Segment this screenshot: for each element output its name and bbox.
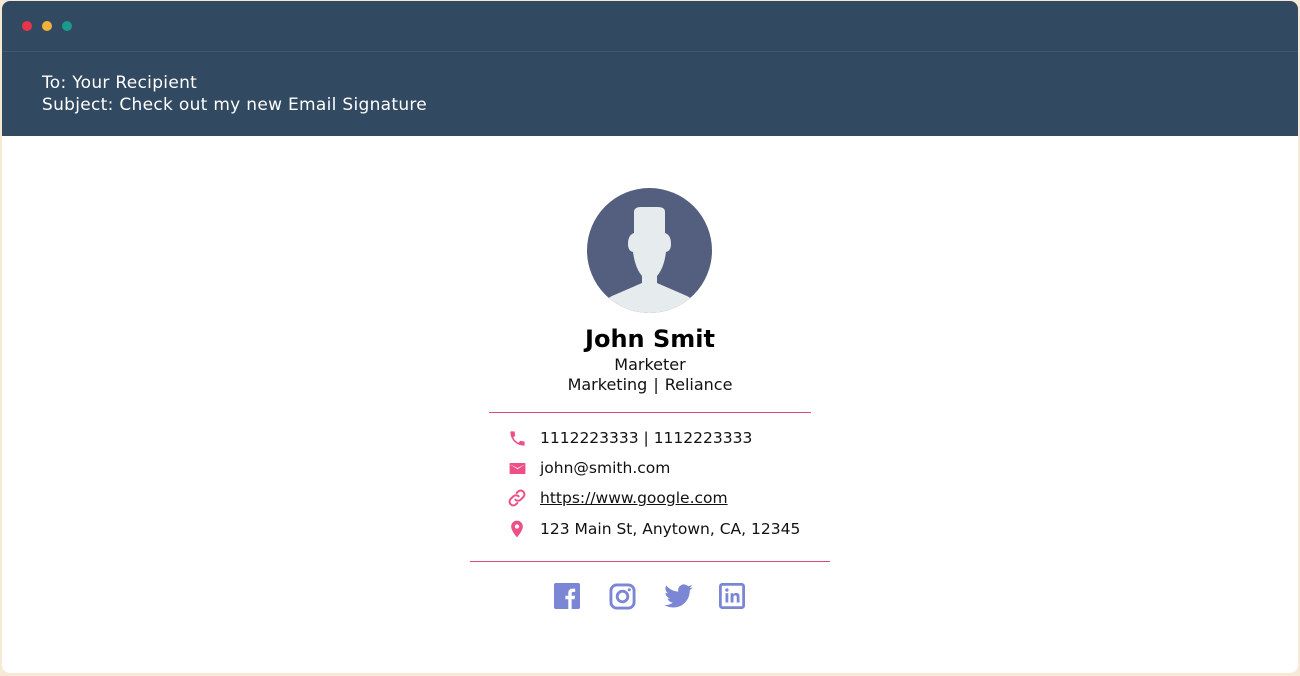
instagram-icon[interactable] [608, 582, 636, 610]
link-icon [507, 488, 527, 508]
contact-phone: 1112223333 | 1112223333 [507, 426, 752, 450]
contact-address: 123 Main St, Anytown, CA, 12345 [507, 517, 800, 541]
department-label: Marketing [567, 375, 648, 394]
email-meta: To: Your Recipient Subject: Check out my… [42, 72, 427, 116]
address-text: 123 Main St, Anytown, CA, 12345 [540, 520, 801, 538]
contact-website: https://www.google.com [507, 486, 728, 510]
website-link[interactable]: https://www.google.com [540, 489, 728, 507]
signature-department-company: Marketing | Reliance [2, 375, 1298, 395]
bottom-divider [470, 561, 830, 562]
maximize-window-dot[interactable] [62, 21, 72, 31]
company-label: Reliance [664, 375, 733, 394]
department-separator: | [653, 375, 659, 394]
close-window-dot[interactable] [22, 21, 32, 31]
email-header: To: Your Recipient Subject: Check out my… [2, 1, 1298, 136]
twitter-icon[interactable] [662, 582, 694, 610]
subject-line: Subject: Check out my new Email Signatur… [42, 95, 428, 115]
top-divider [489, 412, 811, 413]
signature-title: Marketer [614, 355, 686, 374]
mail-icon [507, 458, 527, 478]
linkedin-icon[interactable] [718, 582, 746, 610]
minimize-window-dot[interactable] [42, 21, 52, 31]
contact-email: john@smith.com [507, 456, 670, 480]
facebook-icon[interactable] [553, 582, 581, 610]
recipient-line: To: Your Recipient [42, 73, 198, 93]
email-signature: John Smit Marketer Marketing | Reliance 11… [2, 136, 1298, 673]
email-window: To: Your Recipient Subject: Check out my… [2, 1, 1298, 673]
email-address[interactable]: john@smith.com [540, 459, 670, 477]
signature-name: John Smit [585, 325, 715, 353]
phone-icon [507, 428, 527, 448]
phone-numbers[interactable]: 1112223333 | 1112223333 [540, 429, 752, 447]
avatar [587, 188, 712, 313]
window-titlebar [2, 1, 1298, 52]
location-pin-icon [507, 519, 527, 539]
